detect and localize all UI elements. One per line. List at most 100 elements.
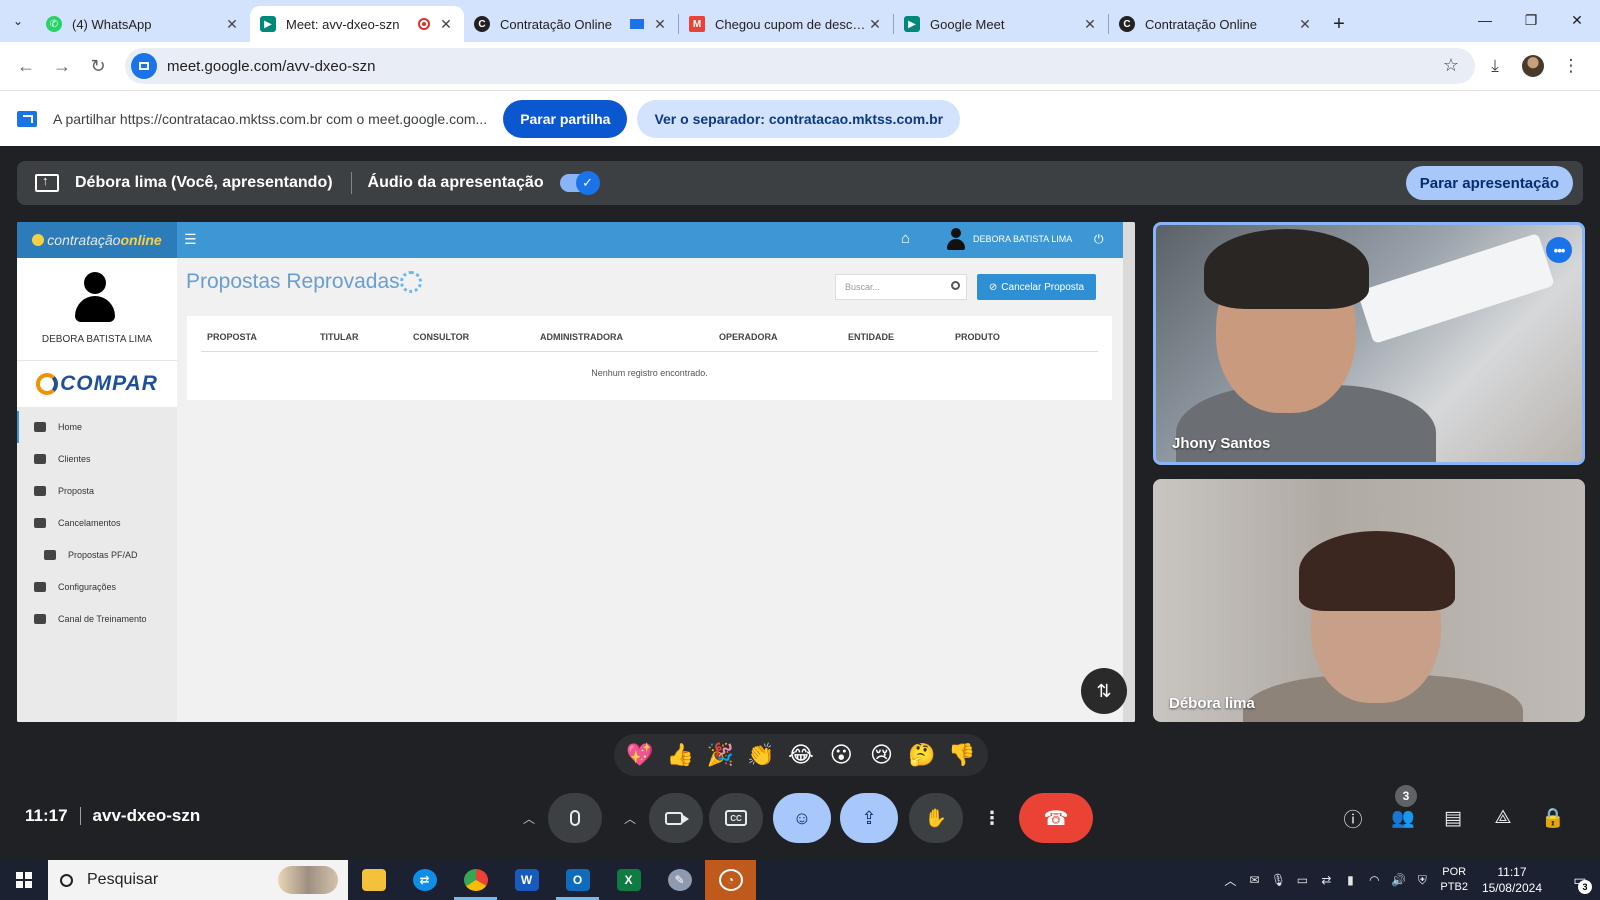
- meeting-details-icon[interactable]: ⓘ: [1328, 803, 1378, 833]
- raise-hand-button[interactable]: ✋: [909, 793, 963, 843]
- volume-icon[interactable]: 🔊: [1386, 873, 1410, 887]
- column-header[interactable]: TITULAR: [320, 332, 359, 342]
- microphone-button[interactable]: [548, 793, 602, 843]
- view-shared-tab-button[interactable]: Ver o separador: contratacao.mktss.com.b…: [637, 99, 961, 138]
- presentation-audio-toggle[interactable]: ✓: [559, 171, 600, 195]
- taskbar-chrome[interactable]: [450, 860, 501, 900]
- column-header[interactable]: CONSULTOR: [413, 332, 469, 342]
- address-bar[interactable]: meet.google.com/avv-dxeo-szn ☆: [125, 48, 1475, 84]
- taskbar-clock[interactable]: 11:17 15/08/2024: [1482, 864, 1542, 896]
- participant-tile-jhony[interactable]: Jhony Santos •••: [1153, 222, 1585, 465]
- keyboard-language[interactable]: POR PTB2: [1440, 865, 1468, 895]
- sidebar-item-canal-treinamento[interactable]: Canal de Treinamento: [17, 603, 177, 635]
- close-icon[interactable]: ✕: [224, 16, 240, 33]
- tab-contratacao-online-2[interactable]: C Contratação Online ✕: [1109, 6, 1323, 42]
- search-icon[interactable]: [951, 281, 960, 290]
- reaction-thumbs-down[interactable]: 👎: [943, 742, 981, 768]
- windows-start-button[interactable]: [0, 860, 48, 900]
- camera-button[interactable]: [649, 793, 703, 843]
- swap-layout-icon[interactable]: ⇅: [1081, 668, 1127, 714]
- reaction-sad[interactable]: 😢: [862, 742, 900, 768]
- close-icon[interactable]: ✕: [867, 16, 883, 33]
- close-icon[interactable]: ✕: [438, 16, 454, 33]
- wifi-icon[interactable]: ◠: [1362, 873, 1386, 887]
- reload-icon[interactable]: ↻: [80, 48, 116, 84]
- restore-icon[interactable]: ❐: [1508, 0, 1554, 40]
- tab-gmail[interactable]: M Chegou cupom de desconto ✕: [679, 6, 893, 42]
- hamburger-menu-icon[interactable]: ☰: [184, 231, 197, 248]
- reaction-heart[interactable]: 💖: [621, 742, 659, 768]
- sidebar-item-cancelamentos[interactable]: Cancelamentos: [17, 507, 177, 539]
- column-header[interactable]: PROPOSTA: [207, 332, 257, 342]
- notification-center[interactable]: ▭ 3: [1560, 860, 1600, 900]
- search-input[interactable]: Buscar...: [835, 274, 967, 300]
- reaction-thinking[interactable]: 🤔: [903, 742, 941, 768]
- taskbar-teamviewer[interactable]: ⇄: [399, 860, 450, 900]
- sidebar-item-propostas-pf-ad[interactable]: Propostas PF/AD: [17, 539, 177, 571]
- mail-icon[interactable]: ✉: [1242, 873, 1266, 887]
- chat-icon[interactable]: ▤: [1428, 803, 1478, 833]
- close-window-icon[interactable]: ✕: [1554, 0, 1600, 40]
- tab-google-meet[interactable]: ▶ Google Meet ✕: [894, 6, 1108, 42]
- new-tab-button[interactable]: +: [1323, 6, 1355, 42]
- host-controls-icon[interactable]: 🔒: [1528, 803, 1578, 833]
- stop-presenting-button[interactable]: Parar apresentação: [1405, 166, 1573, 200]
- taskbar-outlook[interactable]: O: [552, 860, 603, 900]
- teamviewer-tray-icon[interactable]: ⇄: [1314, 873, 1338, 887]
- activities-icon[interactable]: ⟁: [1478, 803, 1528, 833]
- video-settings-caret-icon[interactable]: ︿: [613, 793, 647, 843]
- close-icon[interactable]: ✕: [1082, 16, 1098, 33]
- taskbar-word[interactable]: W: [501, 860, 552, 900]
- security-shield-icon[interactable]: ⛨: [1410, 873, 1434, 888]
- more-options-icon[interactable]: •••: [1546, 237, 1572, 263]
- tab-contratacao-online[interactable]: C Contratação Online ✕: [464, 6, 678, 42]
- reaction-party[interactable]: 🎉: [702, 742, 740, 768]
- bookmark-star-icon[interactable]: ☆: [1443, 55, 1459, 76]
- sidebar-item-clientes[interactable]: Clientes: [17, 443, 177, 475]
- participant-tile-debora[interactable]: Débora lima: [1153, 479, 1585, 722]
- back-arrow-icon[interactable]: ←: [8, 48, 44, 84]
- microphone-tray-icon[interactable]: 🎙: [1266, 873, 1290, 887]
- taskbar-excel[interactable]: X: [603, 860, 654, 900]
- url-text[interactable]: meet.google.com/avv-dxeo-szn: [167, 58, 375, 75]
- sidebar-item-home[interactable]: Home: [17, 411, 177, 443]
- taskbar-paint[interactable]: ✎: [654, 860, 705, 900]
- display-icon[interactable]: ▭: [1290, 873, 1314, 887]
- taskbar-file-explorer[interactable]: [348, 860, 399, 900]
- kebab-menu-icon[interactable]: ⋮: [1552, 48, 1590, 84]
- close-icon[interactable]: ✕: [652, 16, 668, 33]
- more-options-button[interactable]: ⋮: [977, 793, 1007, 843]
- taskbar-app[interactable]: ◔: [705, 860, 756, 900]
- reaction-clap[interactable]: 👏: [742, 742, 780, 768]
- present-now-button[interactable]: ⇪: [840, 793, 898, 843]
- column-header[interactable]: ENTIDADE: [848, 332, 894, 342]
- leave-call-button[interactable]: ☎: [1019, 793, 1093, 843]
- minimize-icon[interactable]: —: [1462, 0, 1508, 40]
- battery-icon[interactable]: ▮: [1338, 873, 1362, 887]
- sidebar-item-configuracoes[interactable]: Configurações: [17, 571, 177, 603]
- captions-button[interactable]: CC: [709, 793, 763, 843]
- tab-search-button[interactable]: ⌄: [0, 3, 36, 39]
- reaction-thumbs-up[interactable]: 👍: [661, 742, 699, 768]
- audio-settings-caret-icon[interactable]: ︿: [512, 793, 546, 843]
- scrollbar[interactable]: [1123, 222, 1135, 722]
- power-icon[interactable]: ⏻: [1094, 232, 1104, 247]
- tab-meet[interactable]: ▶ Meet: avv-dxeo-szn ✕: [250, 6, 464, 42]
- meet-site-icon[interactable]: [131, 53, 157, 79]
- column-header[interactable]: ADMINISTRADORA: [540, 332, 623, 342]
- cancel-proposal-button[interactable]: ⊘ Cancelar Proposta: [977, 274, 1096, 300]
- sidebar-item-proposta[interactable]: Proposta: [17, 475, 177, 507]
- close-icon[interactable]: ✕: [1297, 16, 1313, 33]
- reaction-laugh[interactable]: 😂: [782, 742, 820, 768]
- tab-whatsapp[interactable]: ✆ (4) WhatsApp ✕: [36, 6, 250, 42]
- home-icon[interactable]: ⌂: [901, 230, 917, 247]
- chevron-up-icon[interactable]: ︿: [1218, 872, 1242, 889]
- stop-sharing-button[interactable]: Parar partilha: [503, 99, 628, 138]
- forward-arrow-icon[interactable]: →: [44, 48, 80, 84]
- shared-app-user[interactable]: DEBORA BATISTA LIMA: [947, 226, 1072, 252]
- profile-avatar[interactable]: [1522, 55, 1544, 77]
- taskbar-search[interactable]: Pesquisar: [48, 860, 348, 900]
- reactions-button[interactable]: ☺: [773, 793, 831, 843]
- reaction-surprised[interactable]: 😮: [822, 742, 860, 768]
- download-icon[interactable]: ⤓: [1476, 48, 1514, 84]
